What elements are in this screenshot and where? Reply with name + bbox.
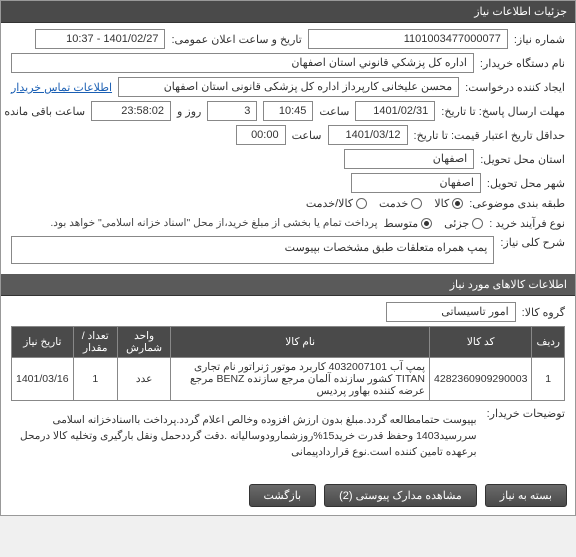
- category-label: طبقه بندی موضوعی:: [469, 197, 565, 210]
- del-city: اصفهان: [351, 173, 481, 193]
- del-city-label: شهر محل تحویل:: [487, 177, 565, 190]
- th-date: تاریخ نیاز: [12, 327, 74, 358]
- radio-minor-label: جزئی: [444, 217, 469, 230]
- radio-both-label: کالا/خدمت: [306, 197, 353, 210]
- radio-both[interactable]: کالا/خدمت: [306, 197, 367, 210]
- cell-qty: 1: [73, 358, 117, 401]
- validity-label: حداقل تاریخ اعتبار قیمت: تا تاریخ:: [414, 129, 565, 142]
- radio-service[interactable]: خدمت: [379, 197, 422, 210]
- validity-date: 1401/03/12: [328, 125, 408, 145]
- radio-medium-label: متوسط: [384, 217, 419, 230]
- cell-name: پمپ آب 4032007101 کاربرد موتور ژنراتور ن…: [171, 358, 430, 401]
- radio-minor-icon: [472, 218, 483, 229]
- number-label: شماره نیاز:: [514, 33, 565, 46]
- deadline-time: 10:45: [263, 101, 313, 121]
- group-field: امور تاسیساتی: [386, 302, 516, 322]
- validity-time-label: ساعت: [292, 129, 322, 142]
- radio-service-icon: [411, 198, 422, 209]
- days-label: روز و: [177, 105, 201, 118]
- th-name: نام کالا: [171, 327, 430, 358]
- payment-note: پرداخت تمام یا بخشی از مبلغ خرید،از محل …: [50, 214, 377, 232]
- main-header: جزئیات اطلاعات نیاز: [1, 1, 575, 23]
- creator-field: محسن علیخانی کارپرداز اداره کل پزشکی قان…: [118, 77, 459, 97]
- announce-field: 1401/02/27 - 10:37: [35, 29, 165, 49]
- radio-minor[interactable]: جزئی: [444, 217, 483, 230]
- radio-service-label: خدمت: [379, 197, 408, 210]
- announce-label: تاریخ و ساعت اعلان عمومی:: [171, 33, 301, 46]
- th-unit: واحد شمارش: [117, 327, 170, 358]
- remain-label: ساعت باقی مانده: [4, 105, 85, 118]
- header-title: جزئیات اطلاعات نیاز: [474, 6, 567, 18]
- goback-button[interactable]: بازگشت: [249, 484, 317, 507]
- remarks-text: بپیوست حتمامطالعه گردد.مبلغ بدون ارزش اف…: [11, 407, 481, 466]
- group-label: گروه کالا:: [522, 306, 565, 319]
- req-city-label: استان محل تحویل:: [480, 153, 565, 166]
- number-field: 1101003477000077: [308, 29, 508, 49]
- radio-medium[interactable]: متوسط: [384, 217, 433, 230]
- req-city: اصفهان: [344, 149, 474, 169]
- deadline-label: مهلت ارسال پاسخ: تا تاریخ:: [441, 105, 565, 118]
- creator-label: ایجاد کننده درخواست:: [465, 81, 565, 94]
- th-qty: تعداد / مقدار: [73, 327, 117, 358]
- cell-date: 1401/03/16: [12, 358, 74, 401]
- radio-goods[interactable]: کالا: [434, 197, 463, 210]
- cell-idx: 1: [532, 358, 565, 401]
- items-table: ردیف کد کالا نام کالا واحد شمارش تعداد /…: [11, 326, 565, 401]
- button-bar: بسته به نیاز مشاهده مدارک پیوستی (2) باز…: [1, 476, 575, 515]
- table-header-row: ردیف کد کالا نام کالا واحد شمارش تعداد /…: [12, 327, 565, 358]
- radio-both-icon: [356, 198, 367, 209]
- days-remain: 3: [207, 101, 257, 121]
- buyer-label: نام دستگاه خریدار:: [480, 57, 565, 70]
- validity-time: 00:00: [236, 125, 286, 145]
- buyer-field: اداره كل پزشكي قانوني استان اصفهان: [11, 53, 474, 73]
- time-remain: 23:58:02: [91, 101, 171, 121]
- attachments-button[interactable]: مشاهده مدارک پیوستی (2): [324, 484, 477, 507]
- radio-medium-icon: [421, 218, 432, 229]
- remarks-label: توضیحات خریدار:: [487, 407, 565, 420]
- deadline-time-label: ساعت: [319, 105, 349, 118]
- contact-link[interactable]: اطلاعات تماس خریدار: [11, 81, 112, 94]
- category-radios: کالا خدمت کالا/خدمت: [306, 197, 463, 210]
- table-row: 1 4282360909290003 پمپ آب 4032007101 کار…: [12, 358, 565, 401]
- th-code: کد کالا: [430, 327, 532, 358]
- radio-goods-icon: [452, 198, 463, 209]
- radio-goods-label: کالا: [434, 197, 449, 210]
- th-row: ردیف: [532, 327, 565, 358]
- back-button[interactable]: بسته به نیاز: [485, 484, 567, 507]
- items-header-title: اطلاعات کالاهای مورد نیاز: [450, 279, 567, 291]
- process-radios: جزئی متوسط: [384, 217, 484, 230]
- process-label: نوع فرآیند خرید :: [489, 217, 565, 230]
- items-header: اطلاعات کالاهای مورد نیاز: [1, 274, 575, 296]
- deadline-date: 1401/02/31: [355, 101, 435, 121]
- desc-label: شرح کلی نیاز:: [500, 236, 565, 249]
- cell-code: 4282360909290003: [430, 358, 532, 401]
- desc-field: پمپ همراه متعلقات طبق مشخصات بپیوست: [11, 236, 494, 264]
- cell-unit: عدد: [117, 358, 170, 401]
